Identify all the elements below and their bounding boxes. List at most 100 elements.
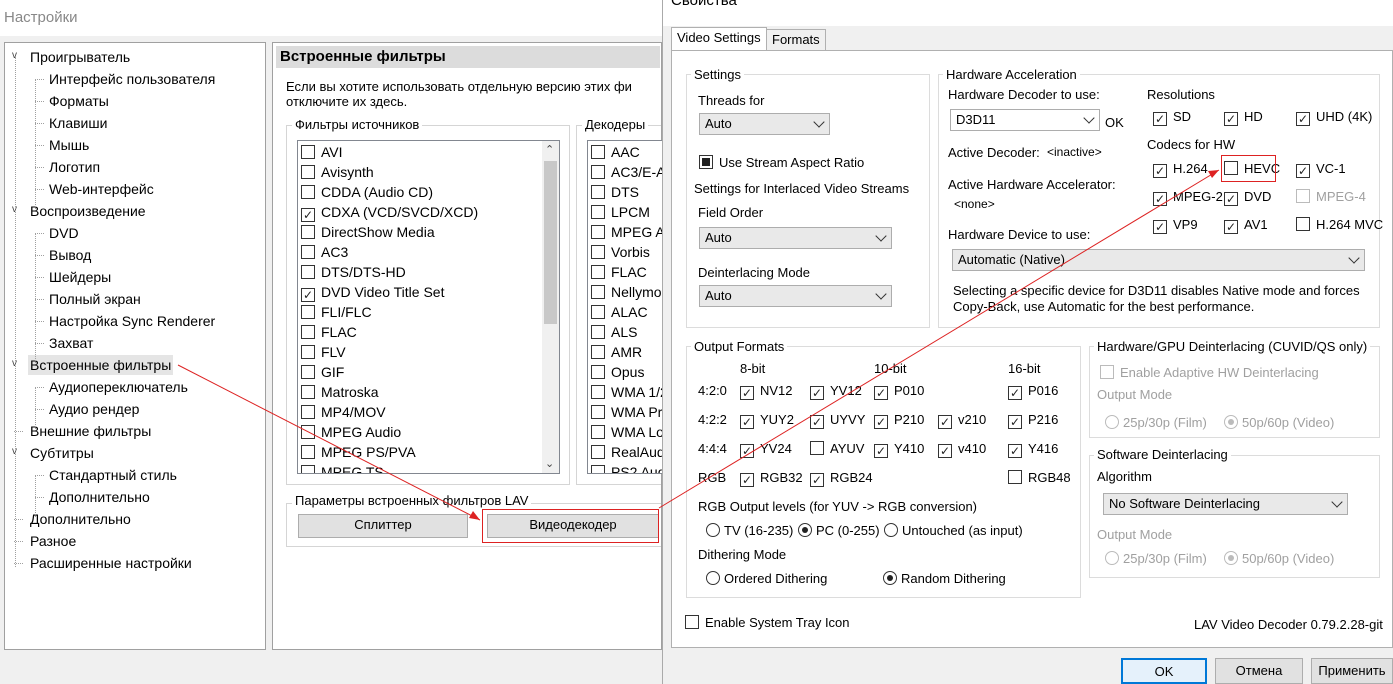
output-format-option[interactable]: ✓ UYVY <box>810 412 865 429</box>
list-item[interactable]: FLV <box>301 342 346 362</box>
list-item[interactable]: FLAC <box>301 322 357 342</box>
dithering-option[interactable]: Ordered Dithering <box>706 571 827 586</box>
output-format-option[interactable]: ✓ RGB32 <box>740 470 803 487</box>
resolution-option[interactable]: ✓ SD <box>1153 109 1191 126</box>
checkbox-checked[interactable]: ✓ <box>1153 192 1167 206</box>
tree-item[interactable]: Форматы <box>47 91 111 111</box>
checkbox[interactable] <box>1008 470 1022 484</box>
algorithm-dropdown[interactable]: No Software Deinterlacing <box>1103 493 1348 515</box>
rgb-level-radio[interactable] <box>884 523 898 537</box>
tree-item[interactable]: Захват <box>47 333 95 353</box>
list-item[interactable]: DTS/DTS-HD <box>301 262 406 282</box>
checkbox-checked[interactable]: ✓ <box>1224 112 1238 126</box>
checkbox[interactable] <box>591 305 605 319</box>
checkbox[interactable] <box>301 365 315 379</box>
list-item[interactable]: Nellymo <box>591 282 662 302</box>
checkbox[interactable] <box>591 145 605 159</box>
list-item[interactable]: FLI/FLC <box>301 302 372 322</box>
checkbox[interactable] <box>301 325 315 339</box>
checkbox-checked[interactable]: ✓ <box>1296 112 1310 126</box>
checkbox[interactable] <box>591 345 605 359</box>
checkbox-checked[interactable]: ✓ <box>1296 164 1310 178</box>
list-item[interactable]: MPEG PS/PVA <box>301 442 416 462</box>
list-item[interactable]: DirectShow Media <box>301 222 435 242</box>
checkbox-checked[interactable]: ✓ <box>740 444 754 458</box>
tree-item[interactable]: Внешние фильтры <box>28 421 153 441</box>
tree-item[interactable]: Web-интерфейс <box>47 179 156 199</box>
checkbox-checked[interactable]: ✓ <box>810 415 824 429</box>
checkbox[interactable] <box>301 405 315 419</box>
checkbox-checked[interactable]: ✓ <box>938 444 952 458</box>
codec-option[interactable]: ✓ AV1 <box>1224 217 1268 234</box>
checkbox-checked[interactable]: ✓ <box>1224 192 1238 206</box>
tree-item[interactable]: Воспроизведение <box>28 201 148 221</box>
deint-mode-dropdown[interactable]: Auto <box>699 285 892 307</box>
output-format-option[interactable]: ✓ P216 <box>1008 412 1058 429</box>
source-list-scrollbar[interactable]: ⌃ ⌄ <box>542 141 559 473</box>
tree-item[interactable]: Дополнительно <box>47 487 152 507</box>
codec-option[interactable]: H.264 MVC <box>1296 217 1383 232</box>
checkbox[interactable] <box>301 445 315 459</box>
field-order-dropdown[interactable]: Auto <box>699 227 892 249</box>
adaptive-hw-deint-option[interactable]: Enable Adaptive HW Deinterlacing <box>1100 365 1319 380</box>
hw-mode-film-radio[interactable] <box>1105 415 1119 429</box>
tree-item[interactable]: Клавиши <box>47 113 109 133</box>
checkbox[interactable] <box>810 441 824 455</box>
output-format-option[interactable]: ✓ Y416 <box>1008 441 1058 458</box>
cancel-button[interactable]: Отмена <box>1215 658 1303 684</box>
checkbox-checked[interactable]: ✓ <box>1008 415 1022 429</box>
checkbox[interactable] <box>591 385 605 399</box>
tree-item[interactable]: Стандартный стиль <box>47 465 179 485</box>
list-item[interactable]: Opus <box>591 362 644 382</box>
list-item[interactable]: ALS <box>591 322 637 342</box>
checkbox[interactable] <box>591 285 605 299</box>
checkbox-checked[interactable]: ✓ <box>1008 444 1022 458</box>
decoders-list[interactable]: AAC AC3/E-A DTS LPCM MPEG A Vorbis FLAC Nellymo… <box>587 140 662 474</box>
resolution-option[interactable]: ✓ UHD (4K) <box>1296 109 1372 126</box>
tree-item[interactable]: Проигрыватель <box>28 47 132 67</box>
list-item[interactable]: WMA 1/2 <box>591 382 662 402</box>
hw-mode-video-option[interactable]: 50p/60p (Video) <box>1224 415 1334 430</box>
checkbox[interactable] <box>1296 217 1310 231</box>
checkbox[interactable] <box>301 305 315 319</box>
list-item[interactable]: AMR <box>591 342 642 362</box>
tree-item[interactable]: Логотип <box>47 157 102 177</box>
codec-option[interactable]: ✓ DVD <box>1224 189 1271 206</box>
hw-device-dropdown[interactable]: Automatic (Native) <box>952 249 1365 271</box>
list-item[interactable]: CDDA (Audio CD) <box>301 182 433 202</box>
codec-option[interactable]: MPEG-4 <box>1296 189 1366 204</box>
splitter-button[interactable]: Сплиттер <box>298 514 468 538</box>
system-tray-checkbox[interactable] <box>685 615 699 629</box>
checkbox-checked[interactable]: ✓ <box>301 208 315 222</box>
stream-aspect-checkbox[interactable] <box>699 155 713 169</box>
tree-item[interactable]: Встроенные фильтры <box>28 355 174 375</box>
checkbox-checked[interactable]: ✓ <box>740 415 754 429</box>
tree-item[interactable]: Интерфейс пользователя <box>47 69 217 89</box>
list-item[interactable]: WMA Pr <box>591 402 662 422</box>
checkbox-checked[interactable]: ✓ <box>740 473 754 487</box>
hw-mode-video-radio[interactable] <box>1224 415 1238 429</box>
checkbox[interactable] <box>301 145 315 159</box>
tree-item[interactable]: Разное <box>28 531 78 551</box>
apply-button[interactable]: Применить <box>1311 658 1393 684</box>
stream-aspect-option[interactable]: Use Stream Aspect Ratio <box>699 155 864 170</box>
checkbox[interactable] <box>591 425 605 439</box>
checkbox[interactable] <box>591 225 605 239</box>
checkbox-checked[interactable]: ✓ <box>740 386 754 400</box>
system-tray-option[interactable]: Enable System Tray Icon <box>685 615 850 630</box>
scroll-down-icon[interactable]: ⌄ <box>545 457 554 470</box>
list-item[interactable]: PS2 Aud <box>591 462 662 473</box>
output-format-option[interactable]: ✓ P210 <box>874 412 924 429</box>
threads-dropdown[interactable]: Auto <box>699 113 830 135</box>
checkbox[interactable] <box>591 405 605 419</box>
hw-mode-film-option[interactable]: 25p/30p (Film) <box>1105 415 1207 430</box>
list-item[interactable]: RealAud <box>591 442 662 462</box>
list-item[interactable]: Vorbis <box>591 242 650 262</box>
list-item[interactable]: LPCM <box>591 202 650 222</box>
checkbox[interactable] <box>591 365 605 379</box>
checkbox[interactable] <box>301 385 315 399</box>
list-item[interactable]: MPEG A <box>591 222 662 242</box>
sw-mode-video-option[interactable]: 50p/60p (Video) <box>1224 551 1334 566</box>
list-item[interactable]: WMA Lo <box>591 422 662 442</box>
codec-option[interactable]: ✓ VP9 <box>1153 217 1198 234</box>
